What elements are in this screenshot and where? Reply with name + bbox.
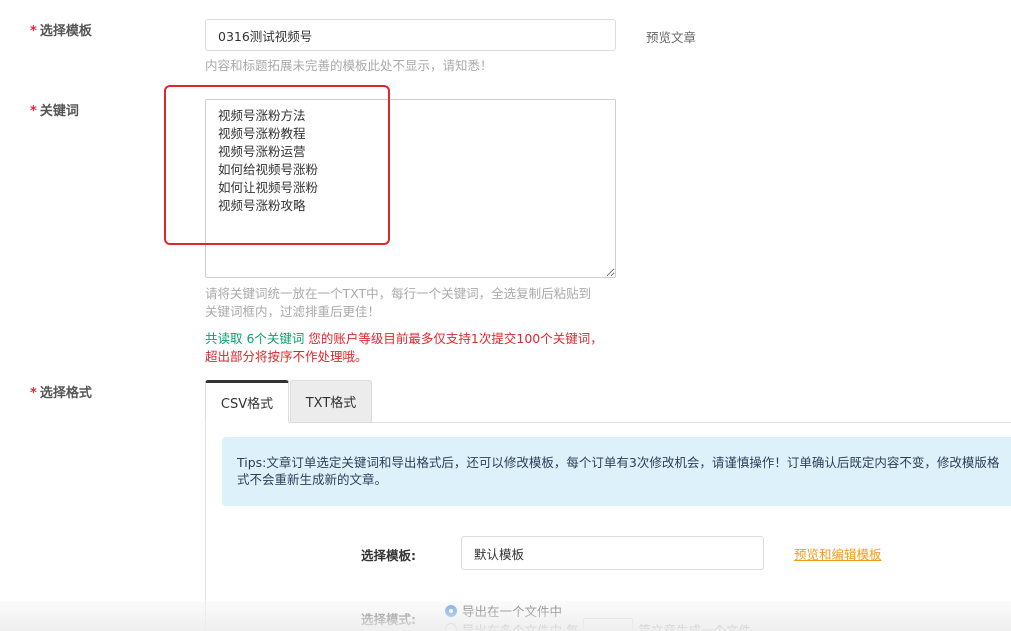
preview-article-link[interactable]: 预览文章	[646, 27, 696, 46]
keyword-textarea[interactable]	[205, 99, 616, 278]
export-mode-label: 选择模式:	[361, 612, 416, 627]
template-help-text: 内容和标题拓展未完善的模板此处不显示，请知悉！	[205, 58, 493, 73]
preview-edit-template-link[interactable]: 预览和编辑模板	[794, 544, 882, 563]
keyword-label: * 关键词	[30, 104, 79, 119]
tab-txt-format[interactable]: TXT格式	[290, 380, 372, 423]
template-select-input[interactable]	[205, 19, 616, 51]
export-template-label: 选择模板:	[361, 548, 416, 563]
template-label: * 选择模板	[30, 24, 92, 39]
required-mark: *	[30, 104, 37, 119]
keyword-count-message: 共读取 6个关键词 您的账户等级目前最多仅支持1次提交100个关键词，超出部分将…	[205, 330, 615, 366]
radio-checked-icon[interactable]	[445, 604, 457, 617]
format-label: * 选择格式	[30, 386, 92, 401]
articles-per-file-input[interactable]	[583, 618, 634, 631]
keyword-count: 共读取 6个关键词	[205, 331, 305, 346]
required-mark: *	[30, 386, 37, 401]
export-template-input[interactable]	[461, 536, 764, 570]
tab-csv-format[interactable]: CSV格式	[205, 380, 289, 423]
mode-option-multi-file[interactable]: 导出在多个文件中 每 篇文章生成一个文件	[445, 618, 751, 631]
required-mark: *	[30, 24, 37, 39]
keyword-help-text: 请将关键词统一放在一个TXT中，每行一个关键词，全选复制后粘贴到 关键词框内，过…	[205, 286, 592, 319]
radio-unchecked-icon[interactable]	[445, 623, 457, 631]
tips-banner: Tips:文章订单选定关键词和导出格式后，还可以修改模板，每个订单有3次修改机会…	[222, 437, 1011, 506]
format-tabs: CSV格式 TXT格式	[205, 380, 1011, 423]
